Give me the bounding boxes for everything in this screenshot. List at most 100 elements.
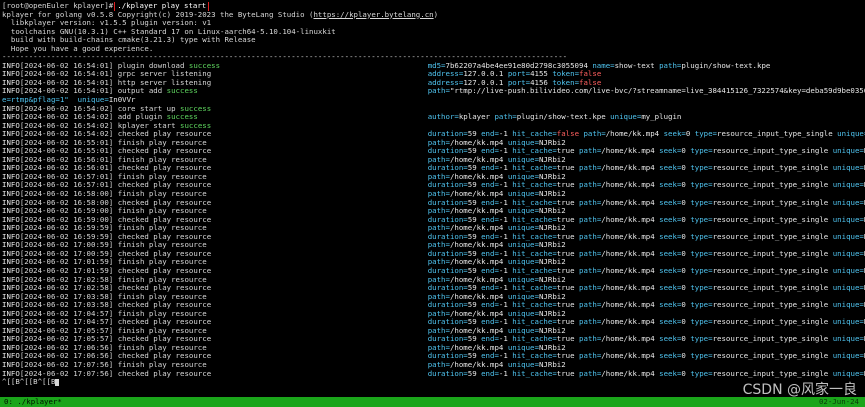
log-field-key: type= xyxy=(690,301,713,310)
log-message: checked play resource xyxy=(118,301,428,310)
log-field-key: unique= xyxy=(507,207,539,216)
log-timestamp: [2024-06-02 16:59:00] xyxy=(19,215,118,224)
log-message: finish play resource xyxy=(118,344,428,353)
log-timestamp: [2024-06-02 17:05:57] xyxy=(19,326,118,335)
log-timestamp: [2024-06-02 17:07:56] xyxy=(19,369,118,378)
log-field-value: 59 xyxy=(467,266,477,275)
log-line: INFO[2024-06-02 16:54:02] add plugin suc… xyxy=(2,113,865,122)
log-field-key: path= xyxy=(579,335,602,344)
log-field-value: true xyxy=(556,232,575,241)
banner-divider: ----------------------------------------… xyxy=(2,53,568,62)
log-level: INFO xyxy=(2,309,20,318)
log-field-value: false xyxy=(579,70,602,79)
log-field-value: 4155 xyxy=(530,70,548,79)
log-field-value: /home/kk.mp4 xyxy=(601,301,655,310)
log-field-value: /home/kk.mp4 xyxy=(449,258,504,267)
log-timestamp: [2024-06-02 17:01:59] xyxy=(19,258,118,267)
log-level: INFO xyxy=(2,70,20,79)
banner-text-suffix: ) xyxy=(433,10,439,19)
log-field-key: duration= xyxy=(427,232,468,241)
log-line: INFO[2024-06-02 17:02:58] checked play r… xyxy=(2,284,865,293)
log-level: INFO xyxy=(2,207,20,216)
log-line: INFO[2024-06-02 17:02:58] finish play re… xyxy=(2,276,865,285)
log-level: INFO xyxy=(2,87,20,96)
log-timestamp: [2024-06-02 17:01:59] xyxy=(19,266,118,275)
log-field-key: duration= xyxy=(427,352,468,361)
log-status: success xyxy=(166,113,198,122)
banner-url-link[interactable]: https://kplayer.bytelang.cn xyxy=(313,11,433,19)
log-field-value: 59 xyxy=(467,249,477,258)
log-field-key: md5= xyxy=(427,61,446,70)
log-field-value: NJRbi2 xyxy=(538,138,566,147)
log-message: finish play resource xyxy=(118,224,428,233)
status-date: 02-Jun-24 xyxy=(818,396,859,406)
log-level: INFO xyxy=(2,275,20,284)
banner-line-3: toolchains GNU(10.3.1) C++ Standard 17 o… xyxy=(2,27,336,36)
log-field-value: show-text xyxy=(614,61,655,70)
command-highlight: ./kplayer play start xyxy=(114,2,210,11)
log-field-key: end= xyxy=(481,249,499,258)
log-field-key: duration= xyxy=(427,266,468,275)
log-level: INFO xyxy=(2,369,20,378)
cursor-block xyxy=(55,378,60,386)
log-message: output add success xyxy=(118,87,428,96)
log-field-value: /home/kk.mp4 xyxy=(449,138,504,147)
log-field-key: unique= xyxy=(507,326,539,335)
log-timestamp: [2024-06-02 17:04:57] xyxy=(19,318,118,327)
log-field-key: type= xyxy=(690,266,713,275)
log-field-key: end= xyxy=(481,335,499,344)
log-field-key: seek= xyxy=(659,284,682,293)
log-field-value: false xyxy=(556,130,580,139)
log-field-value: resource_input_type_single xyxy=(712,318,829,327)
log-field-key: unique= xyxy=(832,232,864,241)
status-window-tab[interactable]: 0: ./kplayer* xyxy=(0,397,62,407)
log-line: INFO[2024-06-02 16:57:01] finish play re… xyxy=(2,173,865,182)
shell-prompt: [root@openEuler kplayer]# xyxy=(2,2,114,10)
log-field-value: /home/kk.mp4 xyxy=(449,155,504,164)
escape-input-line[interactable]: ^[[B^[[B^[[B xyxy=(2,378,865,387)
log-message: finish play resource xyxy=(118,258,428,267)
log-field-key: type= xyxy=(690,215,713,224)
log-level: INFO xyxy=(2,155,20,164)
log-field-value: NJRbi2 xyxy=(538,172,566,181)
log-level: INFO xyxy=(2,232,20,241)
log-message-text: checked play resource xyxy=(117,352,212,361)
log-field-key: unique= xyxy=(832,181,864,190)
log-field-key: seek= xyxy=(659,147,682,156)
log-message-text: finish play resource xyxy=(117,292,207,301)
log-field-key: path= xyxy=(427,258,450,267)
log-field-value: resource_input_type_single xyxy=(712,181,829,190)
log-status: success xyxy=(180,121,212,130)
log-message-text: checked play resource xyxy=(117,198,212,207)
log-timestamp: [2024-06-02 17:00:59] xyxy=(19,241,118,250)
log-field-value: 59 xyxy=(467,198,477,207)
log-field-key: unique= xyxy=(832,147,864,156)
log-level: INFO xyxy=(2,78,20,87)
log-level: INFO xyxy=(2,352,20,361)
log-field-key: duration= xyxy=(427,335,468,344)
log-field-key: path= xyxy=(659,61,682,70)
log-message-text: grpc server listening xyxy=(117,70,212,79)
terminal-output[interactable]: [root@openEuler kplayer]# ./kplayer play… xyxy=(2,2,865,387)
log-line: INFO[2024-06-02 16:54:01] http server li… xyxy=(2,79,865,88)
log-timestamp: [2024-06-02 16:54:01] xyxy=(19,70,118,79)
log-field-value: In0VVr xyxy=(108,96,136,105)
log-field-value: -1 xyxy=(498,369,508,378)
log-message: finish play resource xyxy=(118,156,428,165)
log-field-key: path= xyxy=(494,113,517,122)
log-field-key: hit_cache= xyxy=(512,284,557,293)
log-line: INFO[2024-06-02 17:01:59] finish play re… xyxy=(2,258,865,267)
log-line: INFO[2024-06-02 17:00:59] finish play re… xyxy=(2,241,865,250)
log-field-key: hit_cache= xyxy=(512,232,557,241)
log-message: finish play resource xyxy=(118,207,428,216)
log-field-value: NJRbi2 xyxy=(538,258,566,267)
log-message: finish play resource xyxy=(118,241,428,250)
log-message: checked play resource xyxy=(118,370,428,379)
log-level: INFO xyxy=(2,258,20,267)
log-field-value: /home/kk.mp4 xyxy=(449,343,504,352)
log-field-value: /home/kk.mp4 xyxy=(449,207,504,216)
log-field-key: address= xyxy=(427,78,464,87)
log-level: INFO xyxy=(2,241,20,250)
log-message: checked play resource xyxy=(118,284,428,293)
log-field-key: unique= xyxy=(832,352,864,361)
